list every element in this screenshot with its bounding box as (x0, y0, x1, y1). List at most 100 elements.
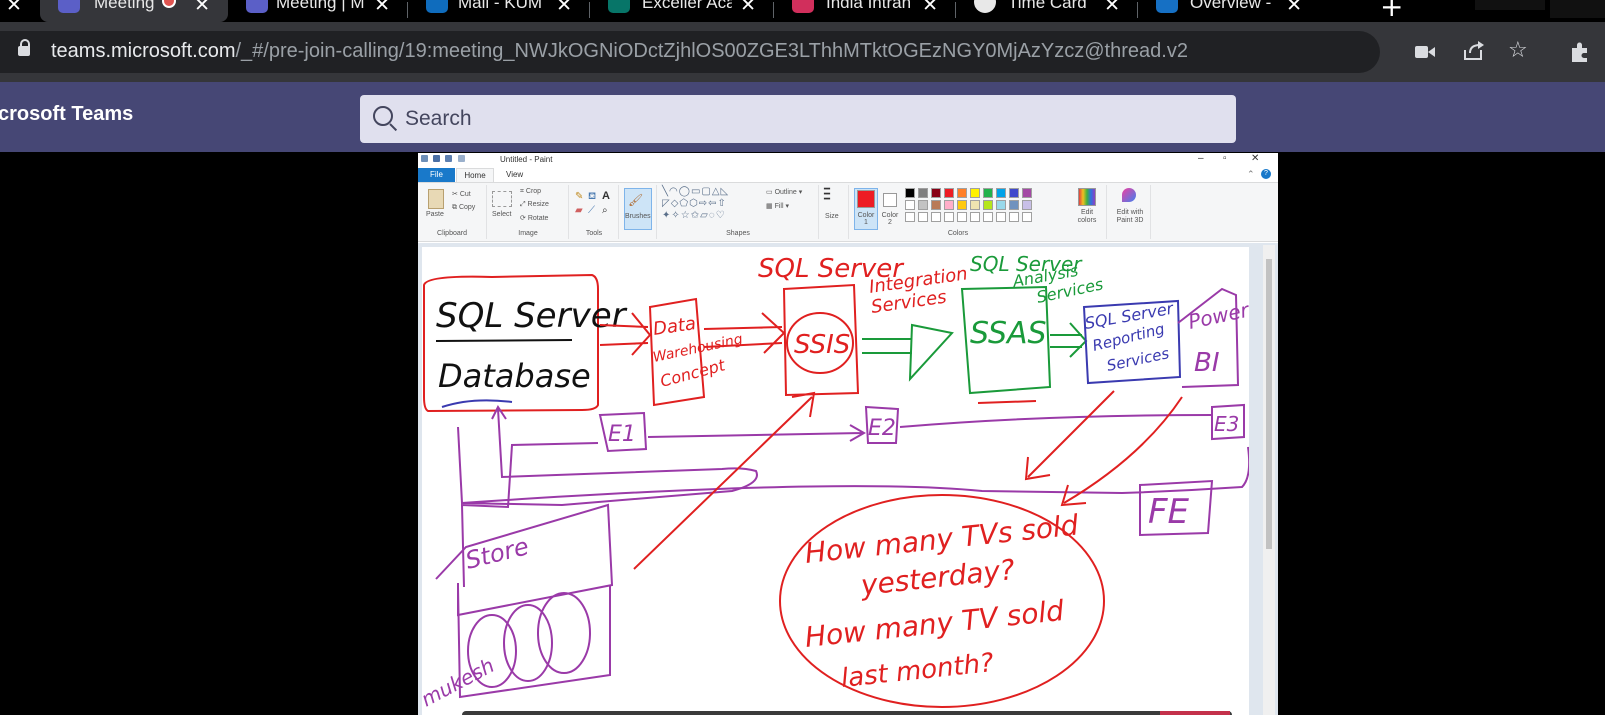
minimize-icon[interactable]: – (1198, 153, 1204, 164)
color-swatch[interactable] (983, 188, 993, 198)
color-swatch[interactable] (931, 200, 941, 210)
empty-color-swatch[interactable] (1022, 212, 1032, 222)
pencil-icon[interactable]: ✎ (575, 191, 583, 202)
resize-button[interactable]: ⤢ Resize (520, 201, 549, 209)
cut-button[interactable]: ✂ Cut (452, 190, 471, 198)
empty-color-swatch[interactable] (931, 212, 941, 222)
color-swatch[interactable] (996, 188, 1006, 198)
color-swatch[interactable] (983, 200, 993, 210)
text-icon[interactable]: A (602, 190, 610, 202)
empty-color-swatch[interactable] (983, 212, 993, 222)
size-label[interactable]: Size (825, 213, 839, 220)
outline-button[interactable]: ▭ Outline ▾ (766, 188, 802, 196)
color-swatch[interactable] (1022, 188, 1032, 198)
color-swatch[interactable] (1009, 188, 1019, 198)
fill-button[interactable]: ▦ Fill ▾ (766, 202, 789, 210)
color-swatch[interactable] (957, 188, 967, 198)
e2-label: E2 (868, 416, 896, 441)
tab-file[interactable]: File (418, 168, 455, 182)
tab-close-icon[interactable]: ✕ (740, 0, 756, 17)
paste-label[interactable]: Paste (426, 211, 444, 218)
browser-tab-meeting[interactable]: Meeting ✕ (40, 0, 228, 22)
color-swatch[interactable] (931, 188, 941, 198)
browser-tab-overview[interactable]: Overview - ✕ (1138, 0, 1320, 22)
edit-colors-icon[interactable] (1078, 188, 1096, 206)
tab-close-icon[interactable]: ✕ (374, 0, 390, 17)
select-label[interactable]: Select (492, 211, 511, 218)
rotate-button[interactable]: ⟳ Rotate (520, 214, 548, 222)
empty-color-swatch[interactable] (944, 212, 954, 222)
undo-icon[interactable] (445, 155, 453, 162)
color-swatch[interactable] (918, 188, 928, 198)
empty-color-swatch[interactable] (1009, 212, 1019, 222)
color-swatch[interactable] (944, 200, 954, 210)
fill-icon[interactable]: ⛾ (588, 191, 596, 204)
color-swatch[interactable] (944, 188, 954, 198)
url-text[interactable]: teams.microsoft.com/_#/pre-join-calling/… (51, 40, 1188, 63)
share-icon[interactable] (1462, 40, 1486, 62)
color-swatch[interactable] (905, 200, 915, 210)
lock-icon[interactable] (18, 39, 30, 56)
size-icon[interactable]: ━ ━ ━ (824, 185, 844, 205)
copy-button[interactable]: ⧉ Copy (452, 204, 475, 212)
paint3d-label[interactable]: Edit with Paint 3D (1110, 209, 1150, 225)
empty-color-swatch[interactable] (970, 212, 980, 222)
leave-button[interactable] (1160, 711, 1230, 715)
color-swatch[interactable] (1009, 200, 1019, 210)
magnifier-icon[interactable]: ⌕ (602, 205, 608, 216)
color2-label[interactable]: Color 2 (880, 212, 900, 226)
paste-icon[interactable] (428, 189, 444, 209)
tab-close-icon[interactable]: ✕ (922, 0, 938, 17)
select-icon[interactable] (492, 191, 512, 207)
tab-home[interactable]: Home (456, 168, 494, 182)
browser-tab-exceller[interactable]: Exceller Aca ✕ (590, 0, 774, 22)
help-icon[interactable]: ? (1261, 169, 1271, 179)
extensions-icon[interactable] (1568, 40, 1592, 64)
tab-close-icon[interactable]: ✕ (194, 0, 210, 17)
save-icon[interactable] (433, 155, 441, 162)
tab-close-icon[interactable]: ✕ (1104, 0, 1120, 17)
search-input[interactable]: Search (360, 95, 1236, 143)
tab-close-icon[interactable]: ✕ (1286, 0, 1302, 17)
close-icon[interactable]: ✕ (6, 0, 22, 16)
color-swatch[interactable] (970, 200, 980, 210)
address-bar[interactable]: teams.microsoft.com/_#/pre-join-calling/… (0, 31, 1380, 73)
color-swatch[interactable] (1022, 200, 1032, 210)
vertical-scrollbar[interactable] (1263, 245, 1275, 715)
shapes-gallery-icon[interactable]: ✦✧☆✩▱◌♡ (662, 210, 726, 221)
color-swatch[interactable] (970, 188, 980, 198)
crop-button[interactable]: ⌗ Crop (520, 188, 541, 196)
paint3d-icon[interactable] (1122, 188, 1136, 202)
color-swatch[interactable] (918, 200, 928, 210)
collapse-ribbon-icon[interactable]: ⌃ (1247, 169, 1255, 180)
color-swatch[interactable] (905, 188, 915, 198)
browser-tab-time-card[interactable]: Time Card ✕ (956, 0, 1138, 22)
empty-color-swatch[interactable] (918, 212, 928, 222)
color-picker-icon[interactable]: ⟋ (588, 205, 595, 216)
paint-canvas[interactable]: SQL Server Database Data Warehousing Con… (422, 247, 1249, 715)
tab-close-icon[interactable]: ✕ (556, 0, 572, 17)
empty-color-swatch[interactable] (905, 212, 915, 222)
meeting-controls-bar[interactable] (462, 711, 1232, 715)
close-icon[interactable]: ✕ (1251, 153, 1259, 164)
video-camera-icon[interactable] (1414, 44, 1436, 60)
scrollbar-thumb[interactable] (1266, 259, 1272, 549)
color-swatch[interactable] (957, 200, 967, 210)
empty-color-swatch[interactable] (996, 212, 1006, 222)
maximize-icon[interactable]: ▫ (1223, 153, 1227, 164)
shapes-gallery-icon[interactable]: ◸◇⬠⬡⇨⇦⇧ (662, 198, 727, 209)
paint-canvas-area: SQL Server Database Data Warehousing Con… (418, 243, 1278, 715)
tab-view[interactable]: View (506, 168, 523, 182)
eraser-icon[interactable]: ▰ (575, 205, 583, 216)
new-tab-button[interactable]: + (1380, 0, 1403, 22)
browser-tab-india-intranet[interactable]: India Intran ✕ (774, 0, 956, 22)
browser-tab-mail[interactable]: Mail - KUM ✕ (408, 0, 590, 22)
redo-icon[interactable] (457, 155, 465, 162)
edit-colors-label[interactable]: Edit colors (1072, 209, 1102, 225)
bookmark-star-icon[interactable]: ☆ (1508, 38, 1528, 63)
shapes-gallery-icon[interactable]: ╲◠◯▭▢△◺ (662, 186, 729, 197)
empty-color-swatch[interactable] (957, 212, 967, 222)
color2-swatch[interactable] (883, 193, 897, 207)
color-swatch[interactable] (996, 200, 1006, 210)
browser-tab-meeting-2[interactable]: Meeting | M ✕ (228, 0, 408, 22)
